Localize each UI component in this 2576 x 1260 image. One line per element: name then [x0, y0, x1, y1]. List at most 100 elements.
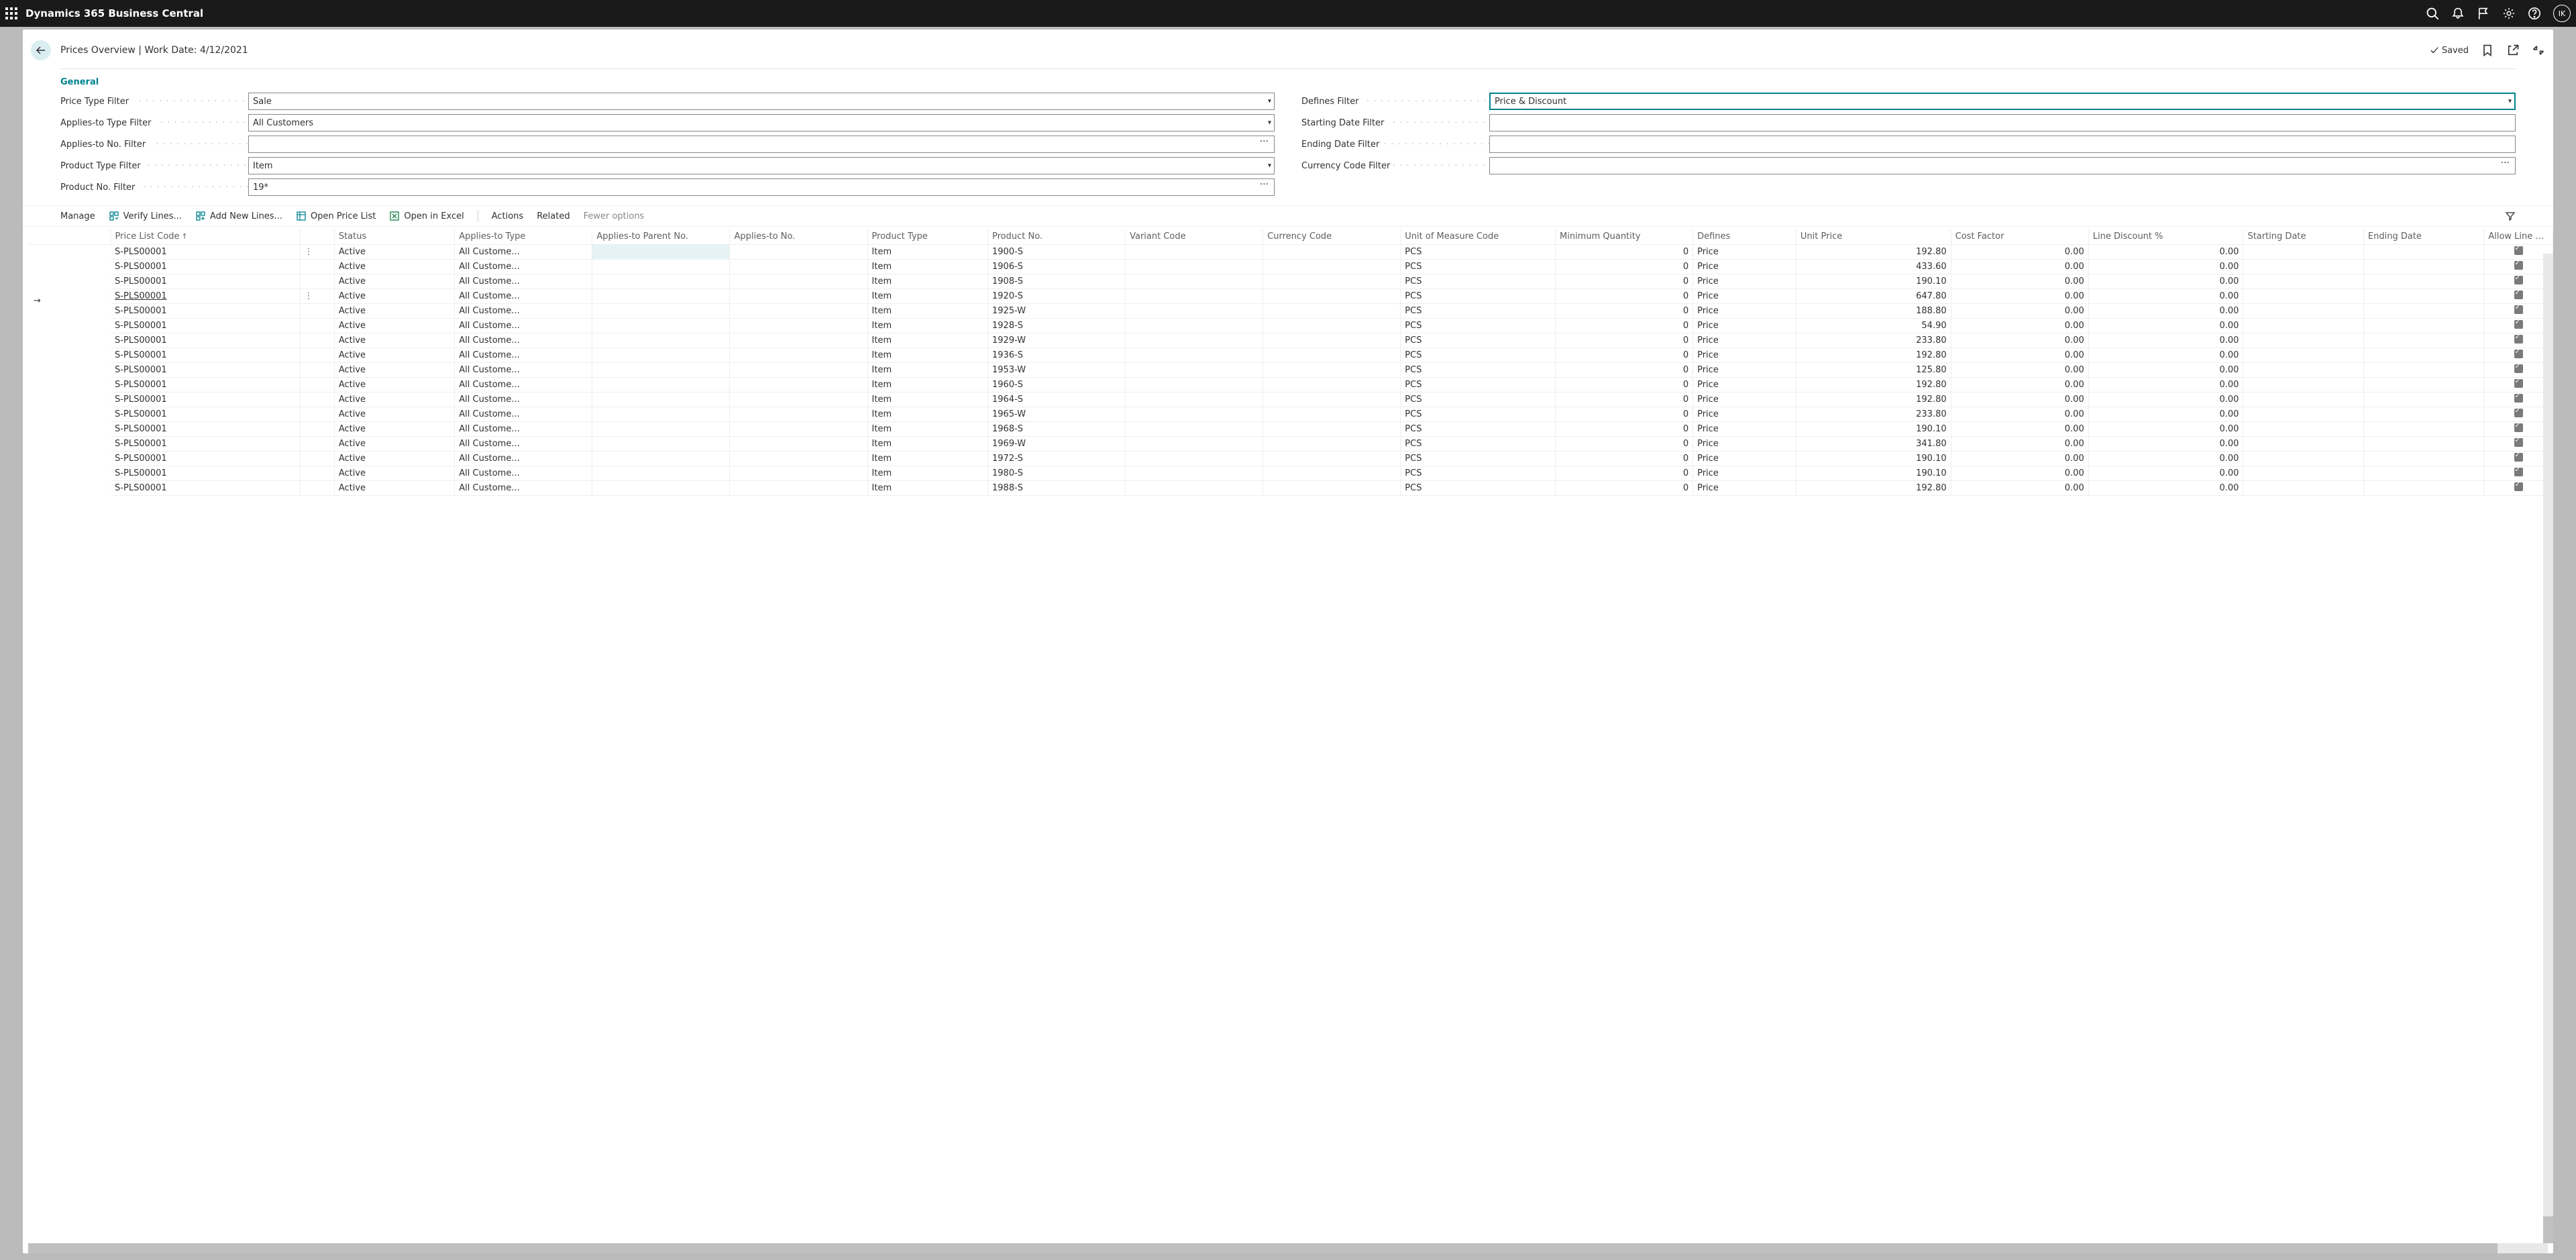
row-menu-icon[interactable] — [300, 303, 334, 318]
col-code[interactable]: Price List Code — [111, 229, 300, 244]
row-menu-icon[interactable]: ⋮ — [300, 244, 334, 259]
filter-input[interactable]: ··· — [248, 136, 1275, 153]
row-menu-icon[interactable] — [300, 274, 334, 288]
row-menu-icon[interactable] — [300, 348, 334, 362]
col-uom[interactable]: Unit of Measure Code — [1401, 229, 1556, 244]
col-apptype[interactable]: Applies-to Type — [455, 229, 592, 244]
table-row[interactable]: S-PLS00001ActiveAll Custome...Item1908-S… — [28, 274, 2553, 288]
table-row[interactable]: S-PLS00001ActiveAll Custome...Item1964-S… — [28, 392, 2553, 407]
search-icon[interactable] — [2426, 7, 2439, 20]
row-menu-icon[interactable] — [300, 377, 334, 392]
filter-icon[interactable] — [2505, 211, 2516, 221]
checkbox-icon[interactable] — [2514, 409, 2523, 417]
table-row[interactable]: S-PLS00001⋮ActiveAll Custome...Item1920-… — [28, 288, 2553, 303]
table-row[interactable]: S-PLS00001⋮ActiveAll Custome...Item1900-… — [28, 244, 2553, 259]
col-edate[interactable]: Ending Date — [2363, 229, 2483, 244]
row-menu-icon[interactable]: ⋮ — [300, 288, 334, 303]
checkbox-icon[interactable] — [2514, 276, 2523, 284]
table-row[interactable]: S-PLS00001ActiveAll Custome...Item1936-S… — [28, 348, 2553, 362]
row-menu-icon[interactable] — [300, 480, 334, 495]
checkbox-icon[interactable] — [2514, 423, 2523, 432]
popout-icon[interactable] — [2506, 44, 2520, 57]
checkbox-icon[interactable] — [2514, 364, 2523, 373]
row-menu-icon[interactable] — [300, 362, 334, 377]
flag-icon[interactable] — [2477, 7, 2490, 20]
checkbox-icon[interactable] — [2514, 246, 2523, 255]
col-minqty[interactable]: Minimum Quantity — [1556, 229, 1693, 244]
checkbox-icon[interactable] — [2514, 291, 2523, 299]
filter-input[interactable]: Price & Discount▾ — [1489, 93, 2516, 110]
row-menu-icon[interactable] — [300, 407, 334, 421]
col-defines[interactable]: Defines — [1693, 229, 1796, 244]
collapse-icon[interactable] — [2532, 44, 2545, 57]
row-menu-icon[interactable] — [300, 436, 334, 451]
table-row[interactable]: S-PLS00001ActiveAll Custome...Item1965-W… — [28, 407, 2553, 421]
table-row[interactable]: S-PLS00001ActiveAll Custome...Item1968-S… — [28, 421, 2553, 436]
table-row[interactable]: S-PLS00001ActiveAll Custome...Item1925-W… — [28, 303, 2553, 318]
checkbox-icon[interactable] — [2514, 468, 2523, 476]
notifications-icon[interactable] — [2451, 7, 2465, 20]
filter-input[interactable]: ··· — [1489, 157, 2516, 174]
row-menu-icon[interactable] — [300, 318, 334, 333]
actions-menu[interactable]: Actions — [492, 211, 524, 221]
table-row[interactable]: S-PLS00001ActiveAll Custome...Item1972-S… — [28, 451, 2553, 466]
related-menu[interactable]: Related — [537, 211, 570, 221]
col-appparent[interactable]: Applies-to Parent No. — [592, 229, 730, 244]
filter-input[interactable]: Item▾ — [248, 157, 1275, 174]
settings-icon[interactable] — [2502, 7, 2516, 20]
manage-menu[interactable]: Manage — [60, 211, 95, 221]
open-in-excel-button[interactable]: Open in Excel — [389, 211, 464, 221]
app-launcher-icon[interactable] — [5, 7, 17, 19]
verify-lines-button[interactable]: Verify Lines... — [109, 211, 182, 221]
col-sdate[interactable]: Starting Date — [2243, 229, 2363, 244]
fewer-options-button[interactable]: Fewer options — [584, 211, 645, 221]
col-currency[interactable]: Currency Code — [1263, 229, 1401, 244]
col-ptype[interactable]: Product Type — [867, 229, 987, 244]
col-variant[interactable]: Variant Code — [1126, 229, 1263, 244]
col-menu[interactable] — [300, 229, 334, 244]
filter-input[interactable]: All Customers▾ — [248, 114, 1275, 132]
col-linedisc[interactable]: Line Discount % — [2088, 229, 2243, 244]
scrollbar-vertical[interactable] — [2543, 254, 2553, 1243]
table-row[interactable]: S-PLS00001ActiveAll Custome...Item1929-W… — [28, 333, 2553, 348]
open-price-list-button[interactable]: Open Price List — [296, 211, 376, 221]
table-row[interactable]: S-PLS00001ActiveAll Custome...Item1988-S… — [28, 480, 2553, 495]
table-row[interactable]: S-PLS00001ActiveAll Custome...Item1969-W… — [28, 436, 2553, 451]
col-unitprice[interactable]: Unit Price — [1796, 229, 1951, 244]
filter-input[interactable]: 19*··· — [248, 178, 1275, 196]
row-menu-icon[interactable] — [300, 421, 334, 436]
checkbox-icon[interactable] — [2514, 350, 2523, 358]
checkbox-icon[interactable] — [2514, 394, 2523, 403]
col-allowdisc[interactable]: Allow Line Disc. — [2484, 229, 2553, 244]
back-button[interactable] — [31, 40, 51, 60]
filter-input[interactable] — [1489, 114, 2516, 132]
help-icon[interactable] — [2528, 7, 2541, 20]
user-avatar[interactable]: IK — [2553, 5, 2571, 22]
checkbox-icon[interactable] — [2514, 379, 2523, 388]
row-menu-icon[interactable] — [300, 466, 334, 480]
checkbox-icon[interactable] — [2514, 320, 2523, 329]
table-row[interactable]: S-PLS00001ActiveAll Custome...Item1980-S… — [28, 466, 2553, 480]
checkbox-icon[interactable] — [2514, 482, 2523, 491]
add-new-lines-button[interactable]: Add New Lines... — [195, 211, 282, 221]
checkbox-icon[interactable] — [2514, 305, 2523, 314]
row-menu-icon[interactable] — [300, 259, 334, 274]
filter-input[interactable]: Sale▾ — [248, 93, 1275, 110]
checkbox-icon[interactable] — [2514, 453, 2523, 462]
filter-input[interactable] — [1489, 136, 2516, 153]
col-status[interactable]: Status — [334, 229, 454, 244]
row-menu-icon[interactable] — [300, 392, 334, 407]
table-row[interactable]: S-PLS00001ActiveAll Custome...Item1928-S… — [28, 318, 2553, 333]
checkbox-icon[interactable] — [2514, 438, 2523, 447]
table-row[interactable]: S-PLS00001ActiveAll Custome...Item1906-S… — [28, 259, 2553, 274]
checkbox-icon[interactable] — [2514, 335, 2523, 344]
bookmark-icon[interactable] — [2481, 44, 2494, 57]
col-costfactor[interactable]: Cost Factor — [1951, 229, 2088, 244]
col-appno[interactable]: Applies-to No. — [730, 229, 867, 244]
scrollbar-horizontal[interactable] — [28, 1243, 2548, 1253]
checkbox-icon[interactable] — [2514, 261, 2523, 270]
row-menu-icon[interactable] — [300, 451, 334, 466]
table-row[interactable]: S-PLS00001ActiveAll Custome...Item1953-W… — [28, 362, 2553, 377]
row-menu-icon[interactable] — [300, 333, 334, 348]
col-pno[interactable]: Product No. — [988, 229, 1126, 244]
